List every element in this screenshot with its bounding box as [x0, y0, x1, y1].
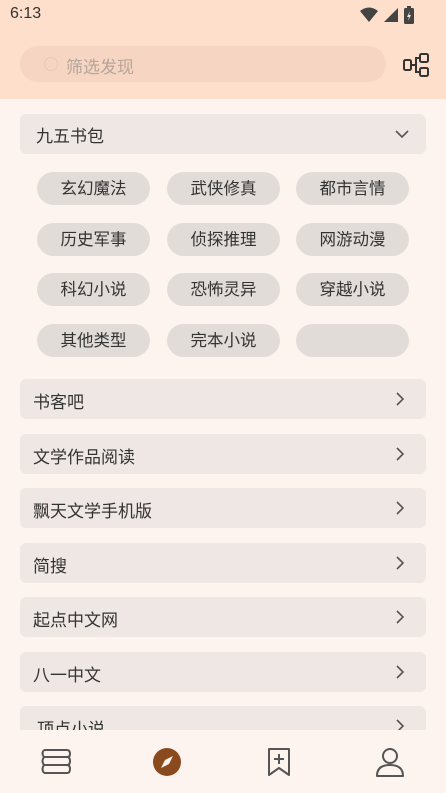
source-row[interactable]: 文学作品阅读	[20, 434, 426, 474]
source-row[interactable]: 飘天文学手机版	[20, 488, 426, 528]
status-icons	[360, 6, 414, 24]
source-row[interactable]: 顶点小说	[20, 706, 426, 730]
category-tag[interactable]: 侦探推理	[167, 223, 280, 256]
signal-icon	[384, 8, 398, 22]
chevron-right-icon	[396, 392, 405, 406]
source-row[interactable]: 起点中文网	[20, 597, 426, 637]
category-tag[interactable]: 完本小说	[167, 324, 280, 357]
compass-icon[interactable]	[150, 745, 184, 779]
source-label: 起点中文网	[33, 611, 118, 631]
source-label: 文学作品阅读	[33, 448, 135, 468]
source-row[interactable]: 简搜	[20, 543, 426, 583]
chevron-right-icon	[396, 610, 405, 624]
chevron-right-icon	[396, 719, 405, 730]
search-input[interactable]: 筛选发现	[20, 46, 386, 82]
source-row[interactable]: 书客吧	[20, 379, 426, 419]
group-title: 九五书包	[36, 127, 104, 147]
chevron-right-icon	[396, 665, 405, 679]
battery-icon	[404, 6, 414, 24]
source-row[interactable]: 八一中文	[20, 652, 426, 692]
source-label: 飘天文学手机版	[33, 502, 152, 522]
category-tag[interactable]: 武侠修真	[167, 172, 280, 205]
category-tag[interactable]: 穿越小说	[296, 273, 409, 306]
chevron-right-icon	[396, 501, 405, 515]
chevron-right-icon	[396, 556, 405, 570]
chevron-right-icon	[396, 447, 405, 461]
group-header[interactable]: 九五书包	[20, 114, 426, 154]
source-tree-icon[interactable]	[402, 52, 430, 78]
category-tag[interactable]: 网游动漫	[296, 223, 409, 256]
chevron-down-icon	[395, 130, 409, 139]
category-tag[interactable]: 恐怖灵异	[167, 273, 280, 306]
source-label: 书客吧	[33, 393, 84, 413]
bottom-nav	[0, 730, 446, 793]
bookmark-add-icon[interactable]	[262, 745, 296, 779]
person-icon[interactable]	[373, 745, 407, 779]
search-placeholder: 筛选发现	[66, 58, 134, 78]
header-bar: 6:13 筛选发现	[0, 0, 446, 99]
category-tag[interactable]: 玄幻魔法	[37, 172, 150, 205]
source-label: 八一中文	[33, 666, 101, 686]
status-time: 6:13	[10, 5, 42, 22]
category-tag[interactable]: 历史军事	[37, 223, 150, 256]
discover-list: 九五书包 玄幻魔法 武侠修真 都市言情 历史军事 侦探推理 网游动漫 科幻小说 …	[0, 99, 446, 730]
bookshelf-icon[interactable]	[39, 745, 73, 779]
category-tag-empty[interactable]	[296, 324, 409, 357]
search-icon	[44, 57, 58, 71]
source-label: 简搜	[33, 557, 67, 577]
status-bar: 6:13	[0, 0, 446, 30]
category-tag[interactable]: 科幻小说	[37, 273, 150, 306]
category-tag[interactable]: 其他类型	[37, 324, 150, 357]
source-label: 顶点小说	[37, 720, 105, 730]
wifi-icon	[360, 7, 378, 22]
category-tag[interactable]: 都市言情	[296, 172, 409, 205]
